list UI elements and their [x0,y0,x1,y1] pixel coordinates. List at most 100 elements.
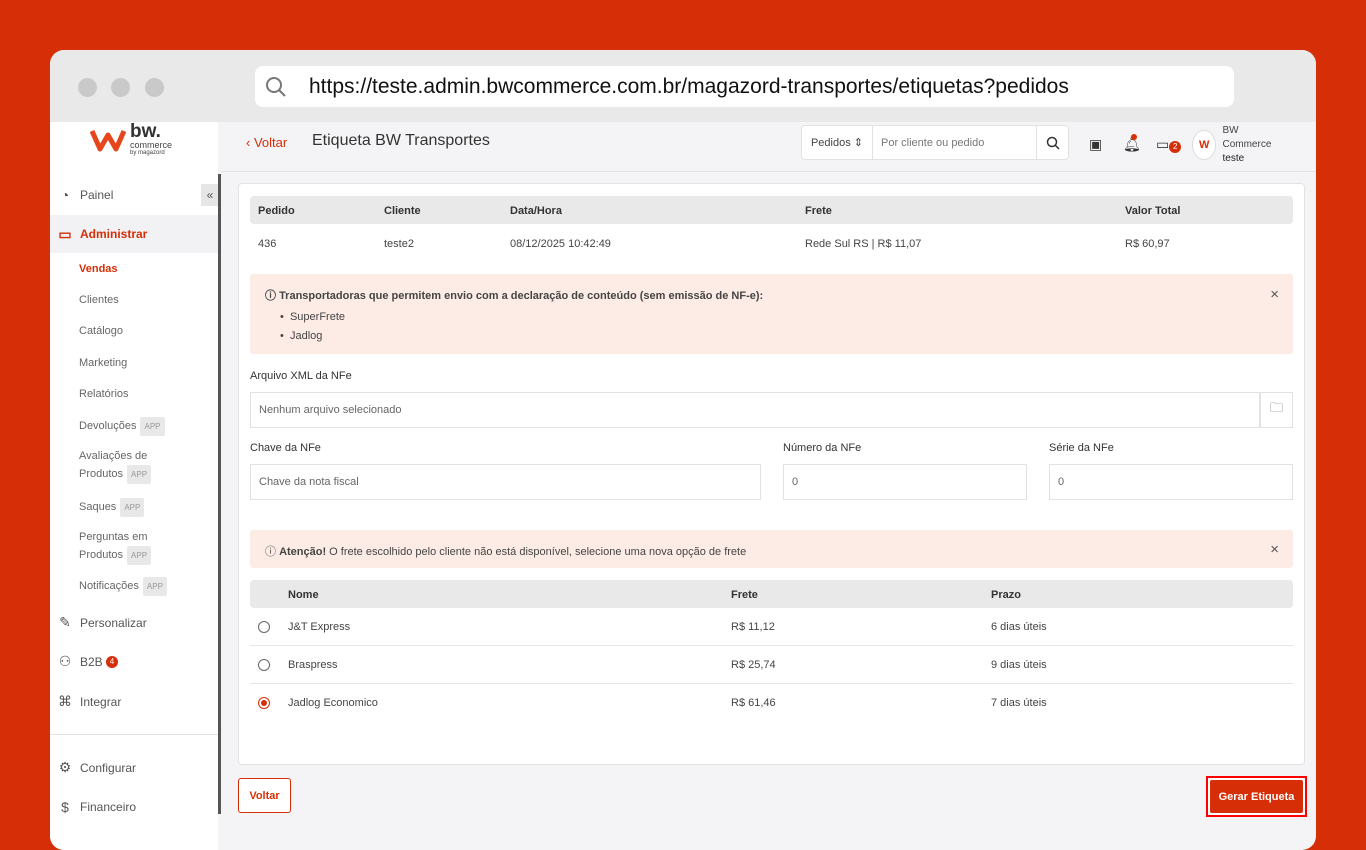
carrier-list: • SuperFrete • Jadlog [280,308,345,346]
serie-input[interactable]: 0 [1049,464,1293,500]
info-icon: ⓘ [265,546,276,558]
sidebar-sub-vendas[interactable]: Vendas [79,261,118,278]
xml-label: Arquivo XML da NFe [250,370,352,382]
dollar-icon: $ [61,798,69,815]
divider [50,734,218,735]
bell-icon[interactable]: 🔔︎ [1123,134,1141,153]
chave-input[interactable]: Chave da nota fiscal [250,464,761,500]
shipping-row[interactable]: Jadlog Economico R$ 61,46 7 dias úteis [250,684,1293,722]
sidebar-sub-relatorios[interactable]: Relatórios [79,386,129,403]
top-header: ‹ Voltar Etiqueta BW Transportes Pedidos… [221,122,1316,172]
shipping-radio-selected[interactable] [258,697,270,709]
messages-badge: 2 [1169,141,1182,153]
close-icon[interactable]: × [1270,541,1279,558]
sidebar-sub-devolucoes[interactable]: Devoluções APP [79,417,165,436]
col-header: Pedido [258,205,295,217]
warning-message: O frete escolhido pelo cliente não está … [326,546,747,558]
col-header: Data/Hora [510,205,562,217]
info-alert-title: ⓘ Transportadoras que permitem envio com… [265,287,763,303]
shipping-term: 9 dias úteis [991,659,1047,671]
shipping-row[interactable]: Braspress R$ 25,74 9 dias úteis [250,646,1293,684]
shipping-price: R$ 25,74 [731,659,776,671]
monitor-icon: ▭ [58,225,72,242]
sidebar-item-painel[interactable]: ◔ Painel [50,182,218,207]
sidebar-item-b2b[interactable]: ⚇ B2B 4 [50,649,218,674]
content-card: Pedido Cliente Data/Hora Frete Valor Tot… [238,183,1305,765]
window-maximize-dot[interactable] [145,78,164,97]
messages-icon[interactable]: ▭ 2 [1156,136,1182,153]
back-link[interactable]: ‹ Voltar [246,135,287,150]
gear-icon: ⚙ [58,759,72,775]
numero-value: 0 [792,476,799,488]
label: Administrar [80,227,148,241]
info-icon: ⓘ [265,290,276,302]
window-minimize-dot[interactable] [111,78,130,97]
back-label: Voltar [253,135,288,150]
sidebar-item-configurar[interactable]: ⚙ Configurar [50,755,218,780]
user-menu[interactable]: W BW Commerceteste ▼ [1192,124,1316,166]
label: Notificações [79,580,139,592]
search-button[interactable] [1036,126,1068,159]
sidebar-item-administrar[interactable]: ▭ Administrar [50,215,218,253]
logo-by: by magazord [130,150,165,156]
col-header: Prazo [991,589,1021,601]
shipping-name: J&T Express [288,621,351,633]
label: Saques [79,501,117,513]
shipping-row[interactable]: J&T Express R$ 11,12 6 dias úteis [250,608,1293,646]
folder-icon: 🗀 [1269,400,1283,415]
info-text: Transportadoras que permitem envio com a… [279,290,764,302]
bw-logo-icon [90,129,126,152]
sidebar-sub-notificacoes[interactable]: Notificações APP [79,577,167,596]
logo-text: bw. [130,121,161,142]
sidebar-sub-marketing[interactable]: Marketing [79,355,127,372]
list-item: • Jadlog [280,330,323,342]
generate-label-button[interactable]: Gerar Etiqueta [1206,776,1307,817]
shipping-radio[interactable] [258,621,270,633]
search-icon [266,76,286,97]
user-name: teste [1222,153,1245,164]
sidebar-sub-perguntas[interactable]: Perguntas em Produtos APP [79,529,152,565]
order-datetime: 08/12/2025 10:42:49 [510,238,611,250]
window-close-dot[interactable] [78,78,97,97]
warning-strong: Atenção! [279,546,327,558]
sidebar-scrollbar[interactable] [218,174,221,814]
label: B2B [80,654,103,669]
warning-text: ⓘ Atenção! O frete escolhido pelo client… [265,543,746,559]
back-button[interactable]: Voltar [238,778,291,813]
search-type-select[interactable]: Pedidos ⇕ [802,126,873,159]
calendar-icon[interactable]: ▣ [1089,136,1102,153]
xml-file-input[interactable]: Nenhum arquivo selecionado [250,392,1260,428]
label: Painel [80,187,114,202]
shipping-term: 6 dias úteis [991,621,1047,633]
shipping-term: 7 dias úteis [991,697,1047,709]
url-text: https://teste.admin.bwcommerce.com.br/ma… [309,74,1069,98]
close-icon[interactable]: × [1270,286,1279,303]
sidebar-sub-catalogo[interactable]: Catálogo [79,323,123,340]
app-tag: APP [127,546,152,565]
info-alert: ⓘ Transportadoras que permitem envio com… [250,274,1293,354]
chave-label: Chave da NFe [250,442,321,454]
page-title: Etiqueta BW Transportes [312,132,490,149]
search-input[interactable]: Por cliente ou pedido [873,126,1036,159]
col-header: Nome [288,589,319,601]
sidebar-sub-clientes[interactable]: Clientes [79,292,119,309]
folder-button[interactable]: 🗀 [1260,392,1293,428]
sidebar: bw. commerce by magazord « ◔ Painel ▭ Admini… [50,121,219,850]
sidebar-sub-saques[interactable]: Saques APP [79,498,145,517]
label: Perguntas em [79,531,148,543]
carrier: Jadlog [289,330,323,342]
search-icon [1046,136,1060,150]
pie-chart-icon: ◔ [60,186,70,203]
numero-input[interactable]: 0 [783,464,1027,500]
serie-label: Série da NFe [1049,442,1114,454]
sidebar-item-personalizar[interactable]: ✎ Personalizar [50,610,218,635]
shipping-radio[interactable] [258,659,270,671]
sidebar-sub-avaliacoes[interactable]: Avaliações de Produtos APP [79,448,152,484]
label: Integrar [80,694,122,709]
address-bar[interactable]: https://teste.admin.bwcommerce.com.br/ma… [255,66,1234,107]
label: Personalizar [80,615,147,630]
avatar: W [1192,130,1217,160]
shipping-price: R$ 61,46 [731,697,776,709]
sidebar-item-financeiro[interactable]: $ Financeiro [50,794,218,819]
sidebar-item-integrar[interactable]: ⌘ Integrar [50,689,218,714]
